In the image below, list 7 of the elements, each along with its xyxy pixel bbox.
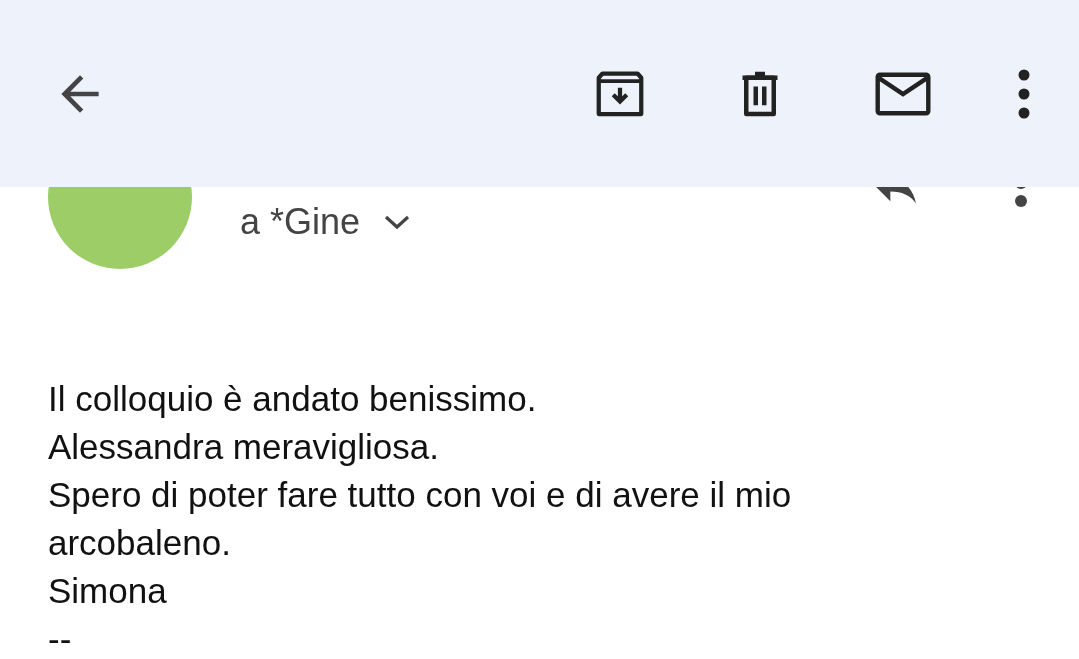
message-text: Spero di poter fare tutto con voi e di avere il mio arcobaleno. <box>48 474 793 564</box>
message-more-icon[interactable] <box>1013 187 1029 209</box>
message-text: Il colloquio è andato benissimo. <box>48 378 538 420</box>
message-text: Alessandra meravigliosa. <box>48 426 440 468</box>
message-text: Simona <box>48 570 168 612</box>
message-text: -- <box>48 618 73 659</box>
recipient-toggle[interactable]: a *Gine <box>240 200 413 244</box>
